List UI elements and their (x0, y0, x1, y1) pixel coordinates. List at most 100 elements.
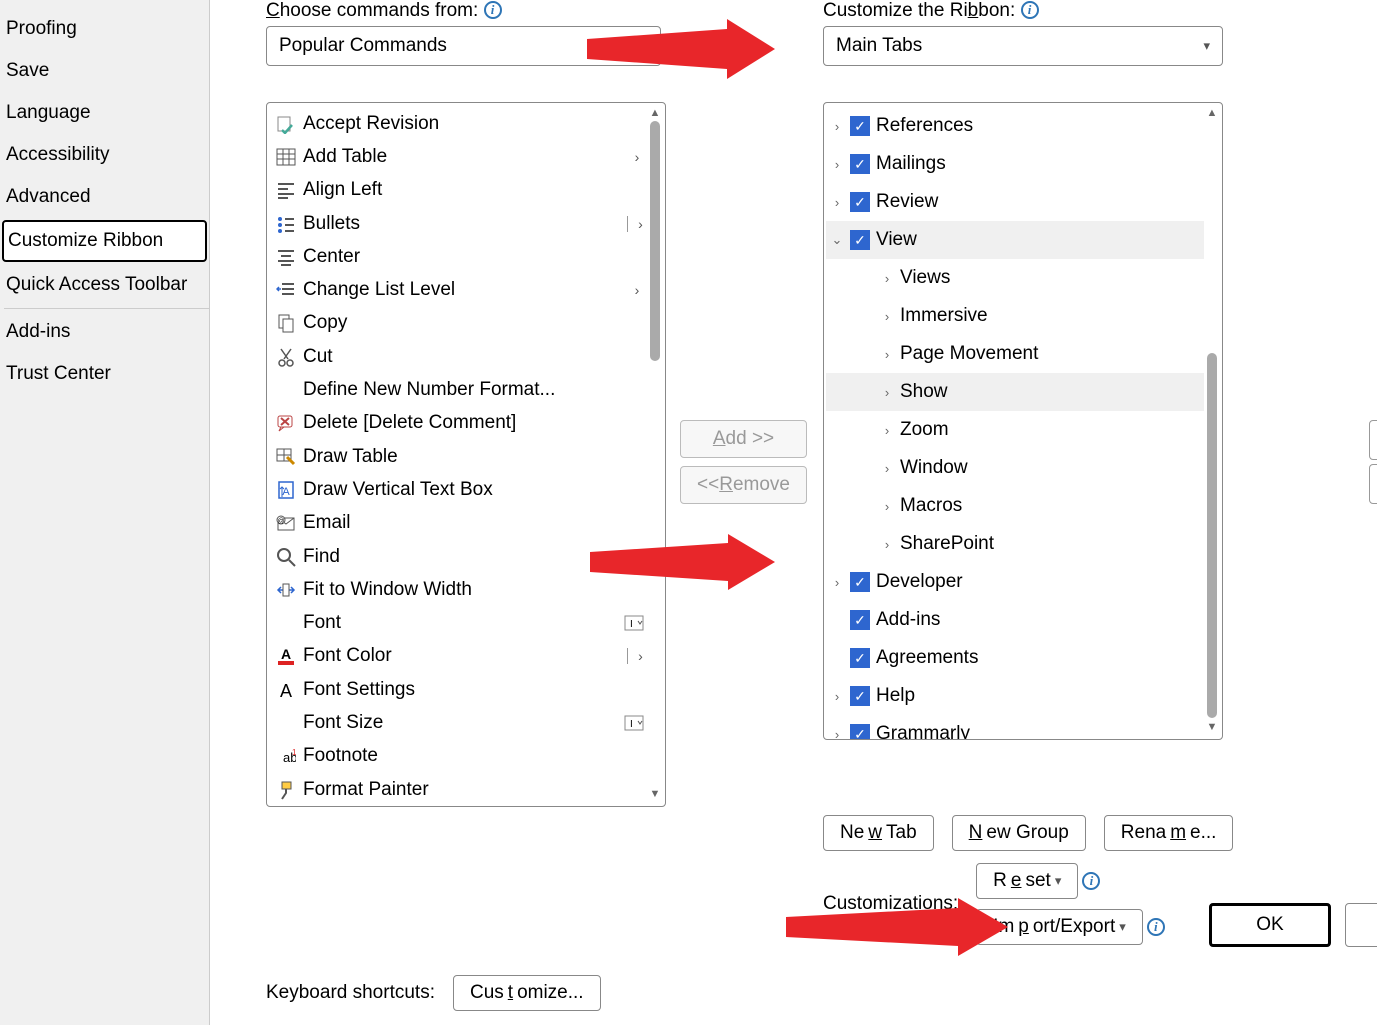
command-item[interactable]: Bullets› (269, 207, 647, 240)
expand-icon[interactable]: › (880, 385, 894, 400)
new-tab-button[interactable]: New Tab (823, 815, 934, 851)
scrollbar[interactable]: ▲ ▼ (1204, 107, 1220, 735)
sidebar-item-trust-center[interactable]: Trust Center (0, 353, 209, 395)
sidebar-item-proofing[interactable]: Proofing (0, 8, 209, 50)
tree-subitem[interactable]: ›Window (826, 449, 1204, 487)
checkbox[interactable]: ✓ (850, 648, 870, 668)
tree-item[interactable]: ⌄✓View (826, 221, 1204, 259)
command-item[interactable]: Center (269, 240, 647, 273)
command-item[interactable]: Fit to Window Width (269, 573, 647, 606)
info-icon[interactable]: i (1147, 918, 1165, 936)
expand-icon[interactable]: › (880, 309, 894, 324)
tree-item[interactable]: ✓Add-ins (826, 601, 1204, 639)
checkbox[interactable]: ✓ (850, 230, 870, 250)
expand-icon[interactable]: › (830, 195, 844, 210)
sidebar-item-quick-access-toolbar[interactable]: Quick Access Toolbar (0, 264, 209, 306)
sidebar-item-add-ins[interactable]: Add-ins (0, 311, 209, 353)
tree-item[interactable]: ›✓Developer (826, 563, 1204, 601)
sidebar-item-customize-ribbon[interactable]: Customize Ribbon (2, 220, 207, 262)
tree-subitem[interactable]: ›Zoom (826, 411, 1204, 449)
command-item[interactable]: Font SizeI (269, 706, 647, 739)
expand-icon[interactable]: › (830, 575, 844, 590)
checkbox[interactable]: ✓ (850, 724, 870, 739)
ok-button[interactable]: OK (1209, 903, 1331, 947)
checkbox[interactable]: ✓ (850, 154, 870, 174)
customize-ribbon-select[interactable]: Main Tabs▾ (823, 26, 1223, 66)
checkbox[interactable]: ✓ (850, 572, 870, 592)
expand-icon[interactable]: › (880, 537, 894, 552)
scroll-down-icon[interactable]: ▼ (650, 788, 661, 802)
expand-icon[interactable]: › (830, 727, 844, 740)
command-item[interactable]: Define New Number Format... (269, 373, 647, 406)
rename-button[interactable]: Rename... (1104, 815, 1234, 851)
command-item[interactable]: Copy (269, 307, 647, 340)
command-label: Change List Level (303, 279, 623, 301)
checkbox[interactable]: ✓ (850, 610, 870, 630)
move-up-button[interactable]: ▲ (1369, 420, 1377, 460)
command-item[interactable]: Add Table› (269, 140, 647, 173)
tree-subitem[interactable]: ›Show (826, 373, 1204, 411)
ribbon-tree[interactable]: ›✓References›✓Mailings›✓Review⌄✓View›Vie… (823, 102, 1223, 740)
cancel-button[interactable]: Cancel (1345, 903, 1377, 947)
command-item[interactable]: Format Painter (269, 773, 647, 806)
add-button[interactable]: Add >> (680, 420, 807, 458)
import-export-button[interactable]: Import/Export ▾ (976, 909, 1143, 945)
move-down-button[interactable]: ▼ (1369, 464, 1377, 504)
remove-button[interactable]: << Remove (680, 466, 807, 504)
expand-icon[interactable]: › (830, 157, 844, 172)
tree-subitem[interactable]: › SharePoint (826, 525, 1204, 563)
commands-listbox[interactable]: Accept RevisionAdd Table›Align LeftBulle… (266, 102, 666, 807)
new-group-button[interactable]: New Group (952, 815, 1086, 851)
tree-item[interactable]: ›✓References (826, 107, 1204, 145)
expand-icon[interactable]: › (830, 119, 844, 134)
tree-item[interactable]: ›✓Mailings (826, 145, 1204, 183)
command-item[interactable]: Find (269, 540, 647, 573)
scrollbar[interactable]: ▲ ▼ (647, 107, 663, 802)
command-item[interactable]: ab1Footnote (269, 740, 647, 773)
command-item[interactable]: FontI (269, 606, 647, 639)
tree-subitem[interactable]: ›Page Movement (826, 335, 1204, 373)
command-item[interactable]: Draw Table (269, 440, 647, 473)
expand-icon[interactable]: › (880, 423, 894, 438)
scroll-up-icon[interactable]: ▲ (1207, 107, 1218, 121)
tree-item[interactable]: ›✓Help (826, 677, 1204, 715)
command-item[interactable]: AFont Settings (269, 673, 647, 706)
expand-icon[interactable]: › (880, 461, 894, 476)
choose-commands-select[interactable]: Popular Commands▾ (266, 26, 661, 66)
tree-label: SharePoint (900, 533, 994, 555)
collapse-icon[interactable]: ⌄ (830, 232, 844, 248)
command-item[interactable]: AFont Color› (269, 640, 647, 673)
tree-subitem[interactable]: ›Macros (826, 487, 1204, 525)
tree-item[interactable]: ✓Agreements (826, 639, 1204, 677)
command-item[interactable]: Accept Revision (269, 107, 647, 140)
sidebar-item-language[interactable]: Language (0, 92, 209, 134)
command-item[interactable]: Delete [Delete Comment] (269, 407, 647, 440)
tree-item[interactable]: ›✓Review (826, 183, 1204, 221)
info-icon[interactable]: i (484, 1, 502, 19)
command-item[interactable]: ADraw Vertical Text Box (269, 473, 647, 506)
expand-icon[interactable]: › (880, 347, 894, 362)
command-item[interactable]: Align Left (269, 174, 647, 207)
scroll-down-icon[interactable]: ▼ (1207, 721, 1218, 735)
customize-keyboard-button[interactable]: Customize... (453, 975, 601, 1011)
sidebar-item-save[interactable]: Save (0, 50, 209, 92)
tree-subitem[interactable]: ›Immersive (826, 297, 1204, 335)
reset-button[interactable]: Reset ▾ (976, 863, 1078, 899)
expand-icon[interactable]: › (830, 689, 844, 704)
scroll-up-icon[interactable]: ▲ (650, 107, 661, 121)
tree-subitem[interactable]: ›Views (826, 259, 1204, 297)
info-icon[interactable]: i (1082, 872, 1100, 890)
expand-icon[interactable]: › (880, 271, 894, 286)
sidebar-item-accessibility[interactable]: Accessibility (0, 134, 209, 176)
sidebar-item-advanced[interactable]: Advanced (0, 176, 209, 218)
checkbox[interactable]: ✓ (850, 116, 870, 136)
checkbox[interactable]: ✓ (850, 686, 870, 706)
command-item[interactable]: @Email (269, 507, 647, 540)
command-item[interactable]: Change List Level› (269, 273, 647, 306)
expand-icon[interactable]: › (880, 499, 894, 514)
checkbox[interactable]: ✓ (850, 192, 870, 212)
command-item[interactable]: Cut (269, 340, 647, 373)
tree-item[interactable]: ›✓Grammarly (826, 715, 1204, 739)
find-icon (273, 545, 299, 569)
info-icon[interactable]: i (1021, 1, 1039, 19)
